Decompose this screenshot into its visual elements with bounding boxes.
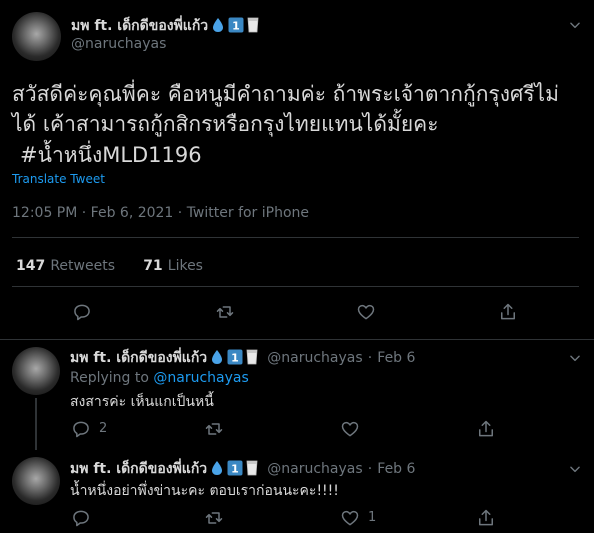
keycap-one-icon: 1 [227,349,243,369]
droplet-icon [210,349,224,369]
milk-glass-icon [247,17,259,37]
stats-row: 147 Retweets 71 Likes [16,255,203,274]
retweet-icon[interactable] [214,301,236,323]
likes-count: 71 [143,258,163,274]
divider [12,237,579,238]
like-count: 1 [368,510,377,525]
tweet-text-line-2: ได้ เค้าสามารถกู้กสิกรหรือกรุงไทยแทนได้ม… [12,112,439,136]
svg-text:1: 1 [232,20,240,33]
svg-text:1: 1 [231,352,239,365]
reply-count: 2 [99,421,108,436]
avatar[interactable] [12,12,61,61]
retweets-stat[interactable]: 147 Retweets [16,255,115,274]
separator: · [367,461,373,477]
retweets-count: 147 [16,258,46,274]
milk-glass-icon [246,460,258,480]
reply-header: มพ ft. เด็กดีของพี่แก้ว 1 @naruchayas · F… [70,347,415,369]
caret-down-icon[interactable] [566,349,584,367]
share-icon[interactable] [497,301,519,323]
separator: · [367,350,373,366]
reply-date[interactable]: Feb 6 [377,461,415,477]
likes-stat[interactable]: 71 Likes [143,255,203,274]
reply-icon[interactable] [70,418,92,440]
translate-tweet-link[interactable]: Translate Tweet [12,172,105,186]
tweet-text-line-1: สวัสดีค่ะคุณพี่คะ คือหนูมีคำถามค่ะ ถ้าพร… [12,82,559,106]
reply-header: มพ ft. เด็กดีของพี่แก้ว 1 @naruchayas · F… [70,458,415,480]
caret-down-icon[interactable] [566,460,584,478]
author-name-row: มพ ft. เด็กดีของพี่แก้ว 1 [71,15,259,37]
reply-icon[interactable] [70,507,92,529]
like-icon[interactable] [339,507,361,529]
reply-icon[interactable] [71,301,93,323]
share-icon[interactable] [475,507,497,529]
handle[interactable]: @naruchayas [71,36,166,52]
avatar[interactable] [12,347,60,395]
like-icon[interactable] [355,301,377,323]
display-name[interactable]: มพ ft. เด็กดีของพี่แก้ว [70,461,207,477]
avatar[interactable] [12,457,60,505]
thread-line [35,398,37,450]
retweet-icon[interactable] [203,418,225,440]
share-icon[interactable] [475,418,497,440]
reply-text: สงสารค่ะ เห็นแกเป็นหนี้ [70,394,214,410]
caret-down-icon[interactable] [566,16,584,34]
reply-text: น้ำหนึ่งอย่าพึ่งข่านะคะ ตอบเราก่อนนะคะ!!… [70,483,339,499]
timestamp[interactable]: 12:05 PM · Feb 6, 2021 · Twitter for iPh… [12,205,309,221]
svg-text:1: 1 [231,463,239,476]
retweet-icon[interactable] [203,507,225,529]
divider [12,286,579,287]
reply-date[interactable]: Feb 6 [377,350,415,366]
keycap-one-icon: 1 [228,17,244,37]
handle[interactable]: @naruchayas [267,350,362,366]
likes-label: Likes [167,258,203,274]
droplet-icon [211,17,225,37]
keycap-one-icon: 1 [227,460,243,480]
display-name[interactable]: มพ ft. เด็กดีของพี่แก้ว [71,18,208,34]
display-name[interactable]: มพ ft. เด็กดีของพี่แก้ว [70,350,207,366]
replying-to-label: Replying to [70,370,149,386]
retweets-label: Retweets [50,258,115,274]
milk-glass-icon [246,349,258,369]
handle[interactable]: @naruchayas [267,461,362,477]
replying-to: Replying to @naruchayas [70,370,249,386]
like-icon[interactable] [339,418,361,440]
divider [0,339,594,340]
hashtag-link[interactable]: #น้ำหนึ่งMLD1196 [20,140,202,170]
replying-to-handle[interactable]: @naruchayas [153,370,248,386]
droplet-icon [210,460,224,480]
